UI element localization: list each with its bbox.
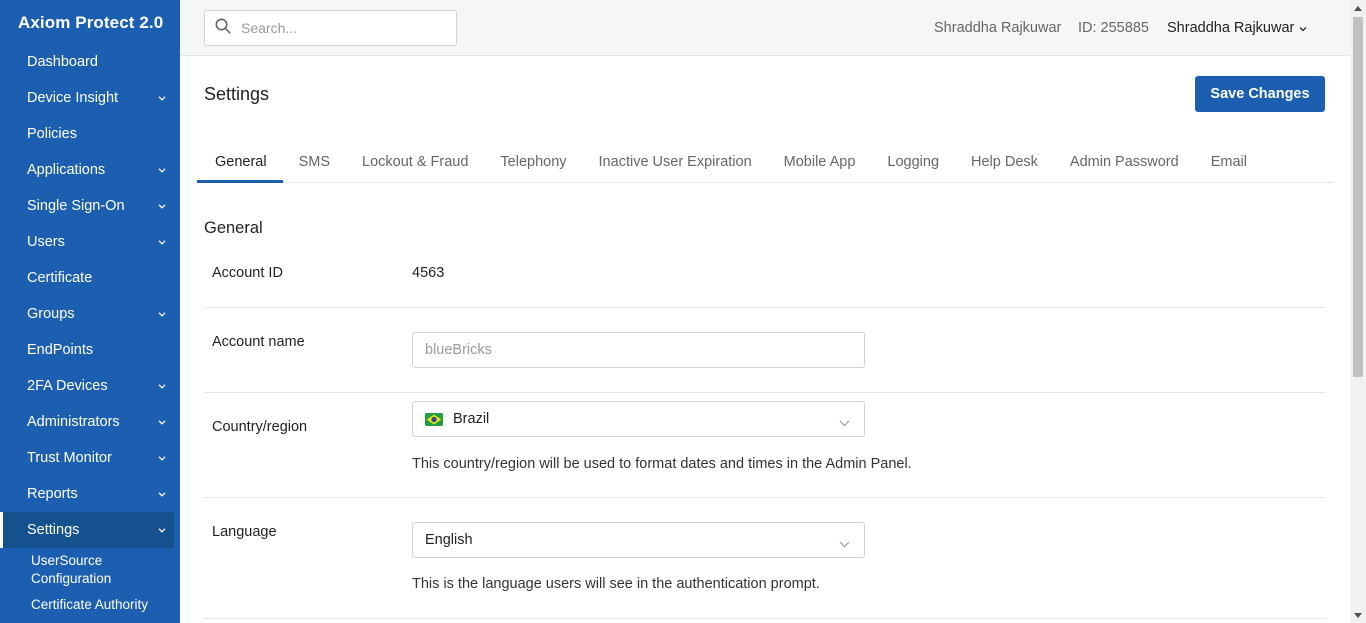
language-label: Language bbox=[212, 524, 277, 540]
sidebar-item-label: Administrators bbox=[27, 414, 120, 430]
sidebar-item-single-sign-on[interactable]: Single Sign-On bbox=[0, 188, 180, 224]
sidebar-item-groups[interactable]: Groups bbox=[0, 296, 180, 332]
sidebar-nav: Dashboard Device Insight Policies Applicati… bbox=[0, 44, 180, 548]
account-name-field[interactable] bbox=[412, 332, 865, 368]
sidebar-item-device-insight[interactable]: Device Insight bbox=[0, 80, 180, 116]
sidebar-subitem-certificate-authority[interactable]: Certificate Authority bbox=[0, 592, 180, 618]
account-id-badge: ID: 255885 bbox=[1078, 20, 1149, 36]
chevron-down-icon bbox=[1294, 20, 1307, 36]
sidebar-item-label: Reports bbox=[27, 486, 78, 502]
sidebar-item-label: Policies bbox=[27, 126, 77, 142]
chevron-down-icon bbox=[158, 202, 166, 210]
account-id-value: 4563 bbox=[412, 265, 445, 281]
language-select-value: English bbox=[425, 532, 473, 548]
country-row: Country/region Brazil This country/regio… bbox=[204, 393, 1325, 498]
chevron-down-icon bbox=[839, 415, 850, 431]
sidebar-item-certificate[interactable]: Certificate bbox=[0, 260, 180, 296]
chevron-down-icon bbox=[158, 382, 166, 390]
sidebar-item-label: Applications bbox=[27, 162, 106, 178]
country-select[interactable]: Brazil bbox=[412, 401, 865, 437]
account-name-label: Account name bbox=[212, 334, 305, 350]
sidebar-item-trust-monitor[interactable]: Trust Monitor bbox=[0, 440, 180, 476]
user-menu[interactable]: Shraddha Rajkuwar bbox=[1167, 20, 1307, 36]
chevron-down-icon bbox=[158, 526, 166, 534]
page-scrollbar[interactable] bbox=[1350, 0, 1366, 623]
app-title: Axiom Protect 2.0 bbox=[18, 13, 164, 32]
top-bar: Shraddha Rajkuwar ID: 255885 Shraddha Ra… bbox=[180, 0, 1350, 56]
tab-logging[interactable]: Logging bbox=[871, 144, 955, 183]
sidebar-item-reports[interactable]: Reports bbox=[0, 476, 180, 512]
page-title: Settings bbox=[204, 84, 270, 104]
sidebar-subitem-usersource-configuration[interactable]: UserSource Configuration bbox=[0, 548, 180, 592]
sidebar-item-label: EndPoints bbox=[27, 342, 94, 358]
sidebar-item-settings[interactable]: Settings bbox=[0, 512, 174, 548]
chevron-down-icon bbox=[158, 454, 166, 462]
account-name-row: Account name bbox=[204, 308, 1325, 393]
search-input[interactable] bbox=[241, 20, 441, 36]
sidebar-item-endpoints[interactable]: EndPoints bbox=[0, 332, 180, 368]
user-menu-label: Shraddha Rajkuwar bbox=[1167, 20, 1295, 36]
chevron-down-icon bbox=[158, 238, 166, 246]
tab-admin-password[interactable]: Admin Password bbox=[1054, 144, 1195, 183]
scroll-up-icon[interactable] bbox=[1350, 0, 1366, 16]
language-row: Language English This is the language us… bbox=[204, 498, 1325, 619]
country-help-text: This country/region will be used to form… bbox=[412, 456, 912, 472]
account-id-row: Account ID 4563 bbox=[204, 246, 1325, 308]
tab-telephony[interactable]: Telephony bbox=[484, 144, 582, 183]
tab-help-desk[interactable]: Help Desk bbox=[955, 144, 1054, 183]
section-title: General bbox=[204, 219, 263, 237]
tab-mobile-app[interactable]: Mobile App bbox=[768, 144, 872, 183]
account-name-input[interactable] bbox=[425, 342, 845, 358]
country-label: Country/region bbox=[212, 419, 308, 435]
sidebar-item-label: Single Sign-On bbox=[27, 198, 125, 214]
chevron-down-icon bbox=[158, 166, 166, 174]
language-select[interactable]: English bbox=[412, 522, 865, 558]
settings-tabs: General SMS Lockout & Fraud Telephony Inacti… bbox=[197, 144, 1334, 183]
chevron-down-icon bbox=[839, 536, 850, 552]
sidebar-item-label: Dashboard bbox=[27, 54, 98, 70]
tab-inactive-user-expiration[interactable]: Inactive User Expiration bbox=[583, 144, 768, 183]
user-name: Shraddha Rajkuwar bbox=[934, 20, 1062, 36]
sidebar-item-applications[interactable]: Applications bbox=[0, 152, 180, 188]
tab-lockout-fraud[interactable]: Lockout & Fraud bbox=[346, 144, 484, 183]
save-changes-button[interactable]: Save Changes bbox=[1195, 76, 1325, 112]
sidebar-item-policies[interactable]: Policies bbox=[0, 116, 180, 152]
sidebar-item-dashboard[interactable]: Dashboard bbox=[0, 44, 180, 80]
sidebar: Axiom Protect 2.0 Dashboard Device Insigh… bbox=[0, 0, 180, 623]
chevron-down-icon bbox=[158, 94, 166, 102]
main-content: Settings Save Changes General SMS Lockout … bbox=[180, 56, 1350, 623]
brazil-flag-icon bbox=[425, 412, 443, 426]
sidebar-item-label: Groups bbox=[27, 306, 75, 322]
sidebar-item-label: Users bbox=[27, 234, 65, 250]
tab-general[interactable]: General bbox=[197, 144, 283, 183]
scroll-down-icon[interactable] bbox=[1350, 607, 1366, 623]
scroll-thumb[interactable] bbox=[1353, 17, 1363, 377]
tab-sms[interactable]: SMS bbox=[283, 144, 346, 183]
account-id-label: Account ID bbox=[212, 265, 283, 281]
sidebar-item-label: Device Insight bbox=[27, 90, 119, 106]
chevron-down-icon bbox=[158, 490, 166, 498]
sidebar-item-label: Settings bbox=[27, 522, 80, 538]
sidebar-subnav: UserSource Configuration Certificate Auth… bbox=[0, 548, 180, 618]
country-select-value: Brazil bbox=[453, 411, 490, 427]
chevron-down-icon bbox=[158, 418, 166, 426]
sidebar-item-label: 2FA Devices bbox=[27, 378, 108, 394]
tab-email[interactable]: Email bbox=[1195, 144, 1263, 183]
sidebar-item-label: Trust Monitor bbox=[27, 450, 112, 466]
sidebar-item-administrators[interactable]: Administrators bbox=[0, 404, 180, 440]
chevron-down-icon bbox=[158, 310, 166, 318]
sidebar-item-label: Certificate bbox=[27, 270, 93, 286]
language-help-text: This is the language users will see in t… bbox=[412, 576, 820, 592]
search-icon bbox=[215, 18, 231, 39]
sidebar-item-users[interactable]: Users bbox=[0, 224, 180, 260]
sidebar-item-2fa-devices[interactable]: 2FA Devices bbox=[0, 368, 180, 404]
search-box[interactable] bbox=[204, 10, 457, 46]
